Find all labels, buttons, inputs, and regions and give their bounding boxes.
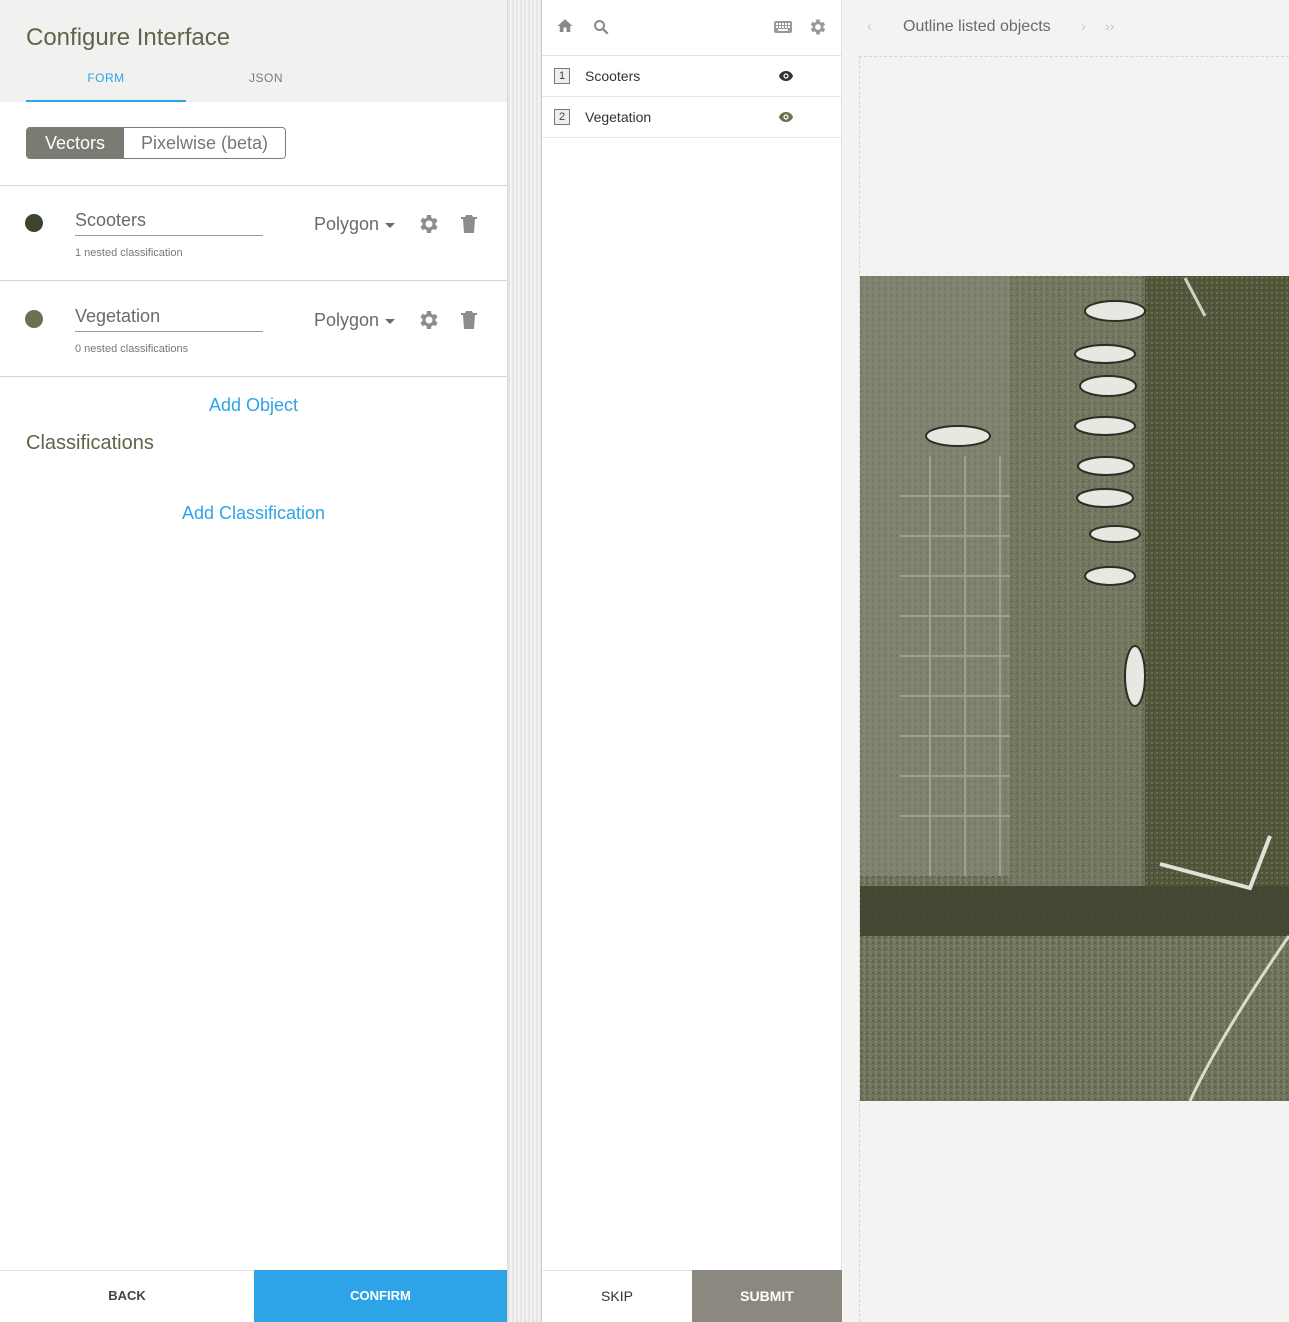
eye-icon[interactable] (778, 110, 794, 124)
trash-icon[interactable] (457, 308, 481, 332)
tool-label: Vegetation (585, 109, 652, 125)
double-chevron-right-icon[interactable]: ›› (1105, 18, 1114, 34)
object-name-input[interactable]: Scooters (75, 208, 263, 236)
caret-down-icon (385, 222, 396, 228)
classifications-heading: Classifications (26, 432, 154, 454)
nested-count: 1 nested classification (75, 247, 183, 259)
object-name-input[interactable]: Vegetation (75, 304, 263, 332)
tool-type-dropdown[interactable]: Polygon (314, 214, 396, 235)
add-classification-link[interactable]: Add Classification (0, 503, 507, 524)
canvas-header: ‹ Outline listed objects › ›› (843, 0, 1289, 56)
add-object-link[interactable]: Add Object (0, 395, 507, 416)
object-row-scooters: Scooters 1 nested classification Polygon (0, 186, 507, 281)
gear-icon[interactable] (417, 212, 441, 236)
submit-button[interactable]: SUBMIT (692, 1270, 842, 1322)
nested-count: 0 nested classifications (75, 343, 189, 355)
labeling-canvas: ‹ Outline listed objects › ›› (843, 0, 1289, 1322)
caret-down-icon (385, 318, 396, 324)
tools-toolbar (542, 0, 842, 56)
pixelwise-toggle-button[interactable]: Pixelwise (beta) (123, 128, 285, 158)
divider (0, 376, 507, 377)
confirm-button[interactable]: CONFIRM (254, 1270, 507, 1322)
eye-icon[interactable] (778, 69, 794, 83)
configure-interface-panel: Configure Interface FORM JSON Vectors Pi… (0, 0, 508, 1322)
tool-type-label: Polygon (314, 214, 380, 234)
tool-item-vegetation[interactable]: 2 Vegetation (542, 97, 842, 138)
chevron-right-icon[interactable]: › (1081, 18, 1086, 34)
home-icon[interactable] (556, 17, 574, 35)
canvas-title: Outline listed objects (903, 18, 1051, 35)
back-button[interactable]: BACK (0, 1270, 254, 1322)
vectors-toggle-button[interactable]: Vectors (27, 128, 123, 158)
hotkey-badge: 2 (554, 109, 570, 125)
tab-form[interactable]: FORM (26, 60, 186, 102)
tool-type-dropdown[interactable]: Polygon (314, 310, 396, 331)
search-icon[interactable] (592, 18, 610, 36)
skip-button[interactable]: SKIP (542, 1270, 692, 1322)
chevron-left-icon[interactable]: ‹ (867, 18, 872, 34)
aerial-image[interactable] (860, 276, 1289, 1101)
tool-type-label: Polygon (314, 310, 380, 330)
tool-item-scooters[interactable]: 1 Scooters (542, 56, 842, 97)
gear-icon[interactable] (417, 308, 441, 332)
trash-icon[interactable] (457, 212, 481, 236)
panel-splitter[interactable] (508, 0, 542, 1322)
tools-panel: 1 Scooters 2 Vegetation SKIP SUBMIT (542, 0, 842, 1322)
config-header: Configure Interface FORM JSON (0, 0, 507, 102)
color-swatch[interactable] (25, 310, 43, 328)
hotkey-badge: 1 (554, 68, 570, 84)
tab-json[interactable]: JSON (186, 60, 346, 102)
mode-toggle: Vectors Pixelwise (beta) (26, 127, 286, 159)
tool-label: Scooters (585, 68, 641, 84)
keyboard-icon[interactable] (773, 19, 793, 35)
color-swatch[interactable] (25, 214, 43, 232)
gear-icon[interactable] (808, 17, 828, 37)
page-title: Configure Interface (26, 24, 231, 51)
object-row-vegetation: Vegetation 0 nested classifications Poly… (0, 281, 507, 376)
